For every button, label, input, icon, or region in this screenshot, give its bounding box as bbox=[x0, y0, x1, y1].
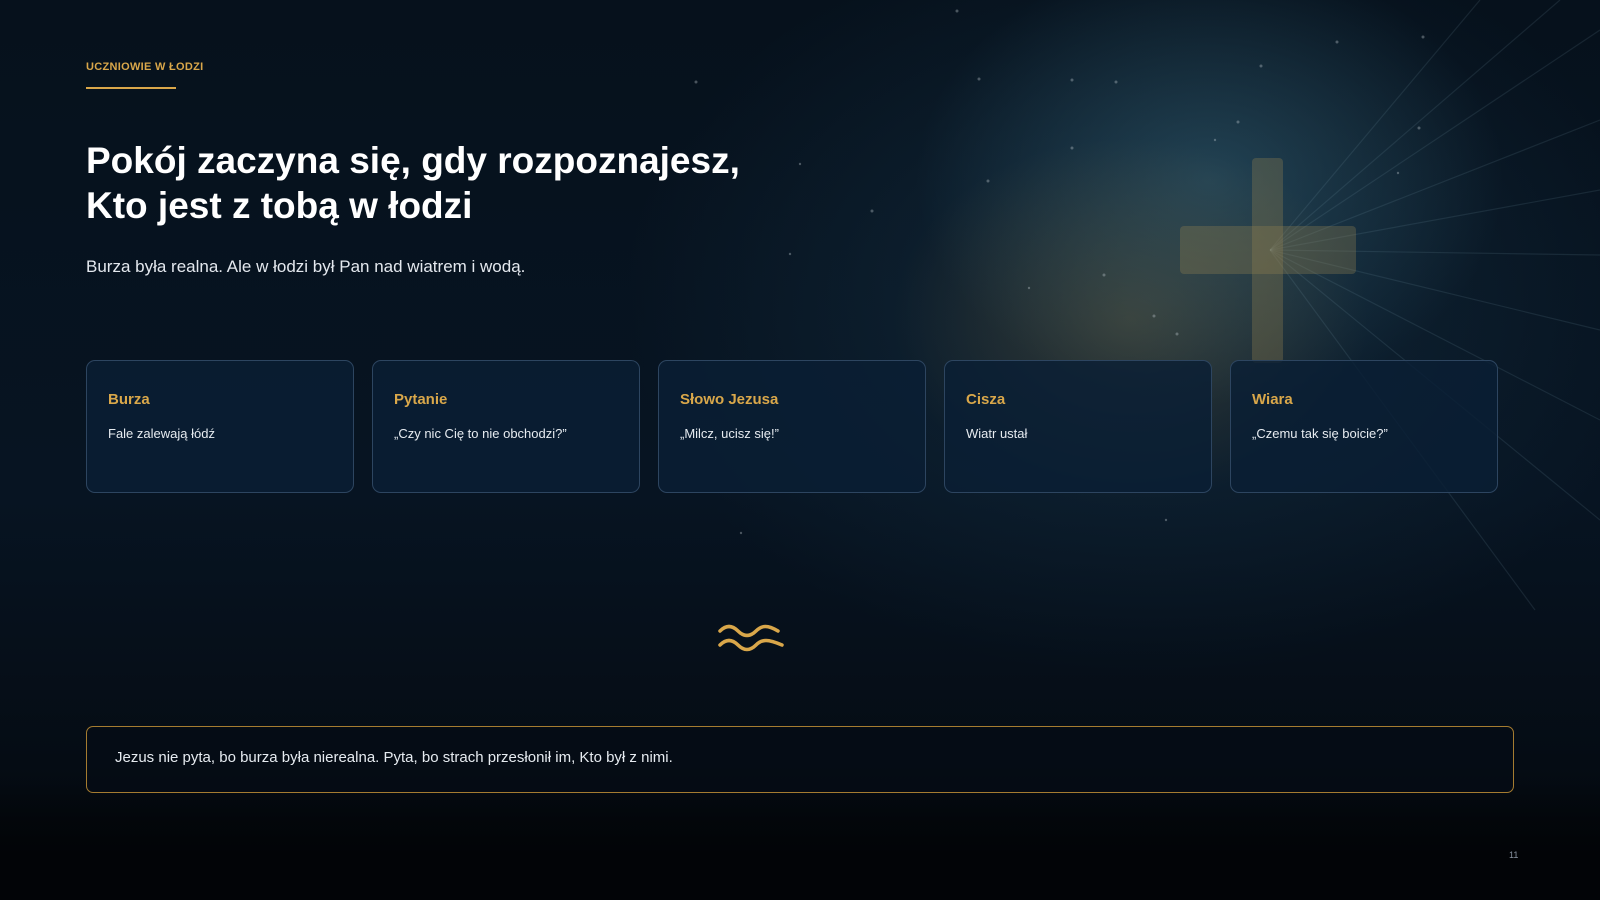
card-title: Cisza bbox=[966, 391, 1006, 408]
card-burza: Burza Fale zalewają łódź bbox=[86, 360, 354, 493]
cross-horizontal-beam bbox=[1180, 226, 1356, 274]
bottom-shadow bbox=[0, 780, 1600, 900]
cards-row: Burza Fale zalewają łódź Pytanie „Czy ni… bbox=[86, 360, 1498, 493]
slide-subtitle: Burza była realna. Ale w łodzi był Pan n… bbox=[86, 257, 526, 276]
card-text: „Czemu tak się boicie?” bbox=[1252, 426, 1388, 441]
card-text: „Milcz, ucisz się!” bbox=[680, 426, 779, 441]
eyebrow-underline bbox=[86, 87, 176, 89]
title-line-2: Kto jest z tobą w łodzi bbox=[86, 185, 473, 226]
waves-icon bbox=[718, 624, 784, 652]
card-pytanie: Pytanie „Czy nic Cię to nie obchodzi?” bbox=[372, 360, 640, 493]
card-text: „Czy nic Cię to nie obchodzi?” bbox=[394, 426, 567, 441]
card-slowo-jezusa: Słowo Jezusa „Milcz, ucisz się!” bbox=[658, 360, 926, 493]
card-wiara: Wiara „Czemu tak się boicie?” bbox=[1230, 360, 1498, 493]
quote-text: Jezus nie pyta, bo burza była nierealna.… bbox=[115, 749, 673, 766]
section-eyebrow: UCZNIOWIE W ŁODZI bbox=[86, 61, 204, 73]
card-title: Burza bbox=[108, 391, 150, 408]
card-title: Pytanie bbox=[394, 391, 448, 408]
card-title: Słowo Jezusa bbox=[680, 391, 779, 408]
quote-box: Jezus nie pyta, bo burza była nierealna.… bbox=[86, 726, 1514, 793]
page-number: 11 bbox=[1509, 850, 1519, 860]
card-title: Wiara bbox=[1252, 391, 1293, 408]
card-text: Wiatr ustał bbox=[966, 426, 1028, 441]
card-text: Fale zalewają łódź bbox=[108, 426, 215, 441]
card-cisza: Cisza Wiatr ustał bbox=[944, 360, 1212, 493]
title-line-1: Pokój zaczyna się, gdy rozpoznajesz, bbox=[86, 140, 740, 181]
slide-title: Pokój zaczyna się, gdy rozpoznajesz, Kto… bbox=[86, 138, 740, 228]
